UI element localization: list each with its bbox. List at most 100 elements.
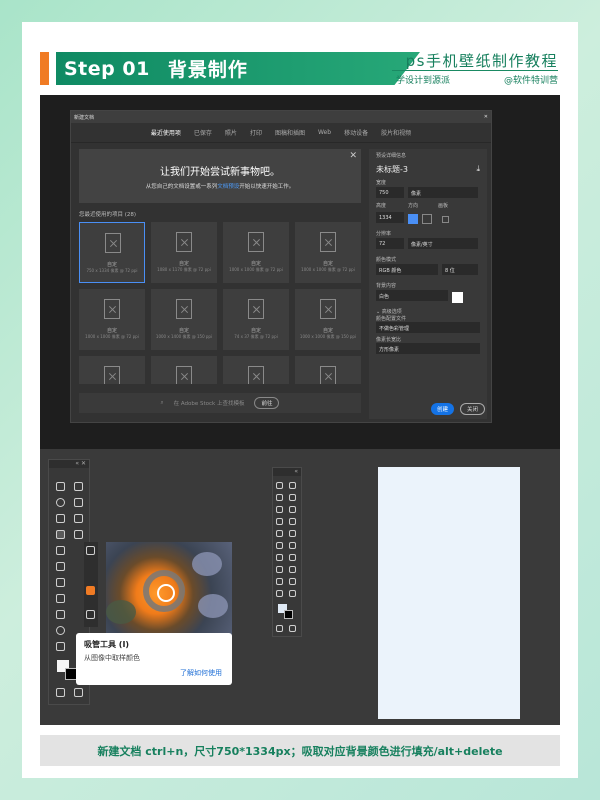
color-mode-select[interactable]: RGB 颜色 (376, 264, 438, 275)
pen-tool-icon[interactable] (276, 566, 283, 573)
artboard-checkbox[interactable] (442, 215, 449, 223)
healing-tool-icon[interactable] (289, 518, 296, 525)
resolution-field[interactable]: 72 (376, 238, 404, 249)
tab-print[interactable]: 打印 (250, 128, 262, 137)
eyedropper-tool-icon[interactable] (276, 518, 283, 525)
crop-tool-icon[interactable] (56, 514, 65, 523)
advanced-options-label[interactable]: ⌄ 高级选项 (376, 308, 480, 315)
recent-tile[interactable]: 自定 1000 x 1000 像素 @ 72 ppi (223, 222, 289, 283)
resolution-unit-select[interactable]: 像素/英寸 (408, 238, 478, 249)
marquee-tool-icon[interactable] (289, 482, 296, 489)
pen-tool-icon[interactable] (56, 594, 65, 603)
recent-tile[interactable]: 自定 1000 x 1000 像素 @ 72 ppi (79, 289, 145, 350)
frame-tool-icon[interactable] (74, 514, 83, 523)
lasso-tool-icon[interactable] (276, 494, 283, 501)
tab-saved[interactable]: 已保存 (194, 128, 212, 137)
stock-search: ⌕ 在 Adobe Stock 上查找模板 前往 (79, 393, 361, 413)
zoom-tool-icon[interactable] (289, 590, 296, 597)
recent-tile[interactable] (295, 356, 361, 384)
history-brush-icon[interactable] (276, 542, 283, 549)
close-icon[interactable]: ✕ (349, 151, 357, 161)
type-tool-icon[interactable] (56, 610, 65, 619)
bit-depth-select[interactable]: 8 位 (442, 264, 478, 275)
eyedropper-tool-icon[interactable] (56, 530, 65, 539)
healing-tool-icon[interactable] (74, 530, 83, 539)
recent-tile[interactable]: 自定 1000 x 1000 像素 @ 150 ppi (295, 289, 361, 350)
blur-tool-icon[interactable] (289, 554, 296, 561)
profile-select[interactable]: 不做色彩管理 (376, 322, 480, 333)
background-select[interactable]: 白色 (376, 290, 448, 301)
recent-tile[interactable]: 自定 74 x 37 像素 @ 72 ppi (223, 289, 289, 350)
eraser-tool-icon[interactable] (289, 542, 296, 549)
save-preset-icon[interactable]: ⤓ (476, 164, 480, 175)
width-unit-select[interactable]: 像素 (408, 187, 478, 198)
screen-mode-icon[interactable] (289, 625, 296, 632)
tab-mobile[interactable]: 移动设备 (344, 128, 368, 137)
marquee-tool-icon[interactable] (74, 482, 83, 491)
tab-photo[interactable]: 照片 (225, 128, 237, 137)
screen-mode-icon[interactable] (74, 688, 83, 697)
quick-mask-icon[interactable] (276, 625, 283, 632)
panel-collapse-icon[interactable]: « (273, 468, 301, 476)
recent-tile[interactable]: 自定 1080 x 1170 像素 @ 72 ppi (151, 222, 217, 283)
close-icon[interactable]: ✕ (484, 114, 488, 120)
recent-tile[interactable]: 自定 1000 x 1400 像素 @ 150 ppi (151, 289, 217, 350)
lasso-tool-icon[interactable] (56, 498, 65, 507)
recent-tile[interactable]: 自定 1000 x 1000 像素 @ 72 ppi (295, 222, 361, 283)
instruction-text: 新建文档 ctrl+n，尺寸750*1334px；吸取对应背景颜色进行填充/al… (97, 744, 503, 758)
shape-tool-icon[interactable] (56, 626, 65, 635)
tile-name: 自定 (106, 328, 117, 334)
brush-tool-icon[interactable] (56, 546, 65, 555)
header-accent-bar (40, 52, 49, 85)
magic-wand-icon[interactable] (289, 494, 296, 501)
gradient-tool-icon[interactable] (276, 554, 283, 561)
height-labels: 高度 方向 画板 (376, 202, 480, 209)
frame-tool-icon[interactable] (289, 506, 296, 513)
go-button[interactable]: 前往 (254, 397, 280, 409)
path-select-icon[interactable] (276, 578, 283, 585)
tab-art[interactable]: 图稿和插图 (275, 128, 305, 137)
recent-tile[interactable] (79, 356, 145, 384)
recent-tile[interactable] (223, 356, 289, 384)
preset-link[interactable]: 文档预设 (217, 184, 239, 190)
crop-tool-icon[interactable] (276, 506, 283, 513)
quick-mask-icon[interactable] (56, 688, 65, 697)
tile-dims: 1000 x 1000 像素 @ 72 ppi (85, 334, 139, 339)
portrait-icon[interactable] (408, 214, 418, 224)
background-color-chip[interactable] (284, 610, 293, 619)
brush-tool-icon[interactable] (276, 530, 283, 537)
stamp-tool-icon[interactable] (56, 562, 65, 571)
tab-film[interactable]: 胶片和视频 (381, 128, 411, 137)
foreground-color-chip[interactable] (86, 586, 95, 595)
shape-tool-icon[interactable] (289, 578, 296, 585)
learn-more-link[interactable]: 了解如何使用 (180, 668, 222, 678)
dialog-actions: 创建 关闭 (431, 403, 486, 415)
move-tool-icon[interactable] (276, 482, 283, 489)
tile-name: 自定 (106, 262, 117, 268)
move-tool-icon[interactable] (56, 482, 65, 491)
zoom-tool-icon[interactable] (56, 642, 65, 651)
zoom-tool-icon[interactable] (86, 546, 95, 555)
screen-mode-icon[interactable] (86, 610, 95, 619)
tab-web[interactable]: Web (318, 129, 331, 136)
height-field[interactable]: 1334 (376, 212, 404, 223)
background-swatch[interactable] (452, 291, 463, 303)
close-button[interactable]: 关闭 (460, 403, 486, 415)
stock-search-input[interactable]: 在 Adobe Stock 上查找模板 (174, 399, 245, 407)
landscape-icon[interactable] (422, 214, 432, 224)
recent-tile[interactable] (151, 356, 217, 384)
recent-tile[interactable]: 自定 750 x 1334 像素 @ 72 ppi (79, 222, 145, 283)
hand-tool-icon[interactable] (276, 590, 283, 597)
create-button[interactable]: 创建 (431, 403, 455, 415)
gradient-tool-icon[interactable] (56, 578, 65, 587)
type-tool-icon[interactable] (289, 566, 296, 573)
magic-wand-icon[interactable] (74, 498, 83, 507)
width-field[interactable]: 750 (376, 187, 404, 198)
tab-recent[interactable]: 最近使用项 (151, 128, 181, 137)
document-name-field[interactable]: 未标题-3 (376, 164, 408, 175)
pixel-ratio-select[interactable]: 方形像素 (376, 343, 480, 354)
panel-collapse-icon[interactable]: « ✕ (49, 460, 89, 468)
banner-text: 开始以快速开始工作。 (239, 184, 295, 190)
stamp-tool-icon[interactable] (289, 530, 296, 537)
document-canvas[interactable] (378, 467, 520, 719)
